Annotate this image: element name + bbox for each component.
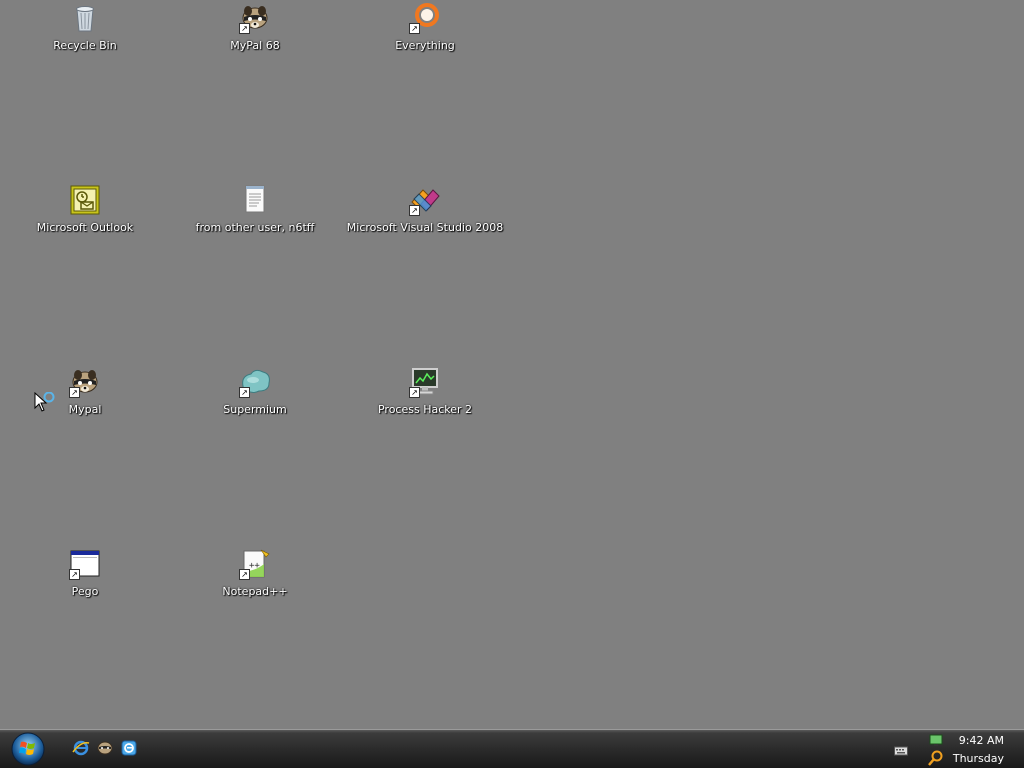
desktop-icon-supermium[interactable]: ↗ Supermium xyxy=(175,366,335,422)
desktop-icon-label: Everything xyxy=(395,39,455,52)
notepad-plus-plus-icon: ++ ↗ xyxy=(239,548,271,580)
outlook-icon xyxy=(69,184,101,216)
desktop-icon-label: from other user, n6tff xyxy=(195,221,315,234)
desktop-icon-pego[interactable]: ↗ Pego xyxy=(5,548,165,604)
desktop-icon-microsoft-visual-studio-2008[interactable]: ↗ Microsoft Visual Studio 2008 xyxy=(345,184,505,240)
desktop-icon-label: Notepad++ xyxy=(222,585,288,598)
desktop-icon-label: MyPal 68 xyxy=(230,39,280,52)
desktop-icon-notepad-plus-plus[interactable]: ++ ↗ Notepad++ xyxy=(175,548,335,604)
desktop-icon-everything[interactable]: ↗ Everything xyxy=(345,2,505,58)
desktop-icon-text-document[interactable]: from other user, n6tff xyxy=(175,184,335,240)
shortcut-arrow-icon: ↗ xyxy=(409,387,420,398)
desktop-icon-label: Microsoft Outlook xyxy=(36,221,134,234)
search-icon[interactable] xyxy=(928,750,944,766)
browser-icon xyxy=(121,740,137,756)
desktop-icon-label: Recycle Bin xyxy=(53,39,117,52)
window-app-icon: ↗ xyxy=(69,548,101,580)
recycle-bin-icon xyxy=(69,2,101,34)
process-hacker-icon: ↗ xyxy=(409,366,441,398)
shortcut-arrow-icon: ↗ xyxy=(69,569,80,580)
desktop-icon-recycle-bin[interactable]: Recycle Bin xyxy=(5,2,165,58)
shortcut-arrow-icon: ↗ xyxy=(409,205,420,216)
mouse-cursor-icon xyxy=(34,391,58,416)
shortcut-arrow-icon: ↗ xyxy=(239,23,250,34)
desktop-icon-microsoft-outlook[interactable]: Microsoft Outlook xyxy=(5,184,165,240)
desktop-icon-process-hacker-2[interactable]: ↗ Process Hacker 2 xyxy=(345,366,505,422)
internet-explorer-icon xyxy=(72,740,90,756)
everything-search-icon: ↗ xyxy=(409,2,441,34)
raccoon-icon: ↗ xyxy=(239,2,271,34)
desktop: Recycle Bin ↗ MyPal 68 ↗ Everything Micr… xyxy=(0,0,1024,729)
taskbar: 9:42 AM Thursday xyxy=(0,729,1024,768)
start-button[interactable] xyxy=(10,731,46,767)
desktop-icon-label: Supermium xyxy=(223,403,287,416)
system-tray: 9:42 AM Thursday xyxy=(884,730,1024,769)
shortcut-arrow-icon: ↗ xyxy=(409,23,420,34)
quick-launch-internet-explorer[interactable] xyxy=(72,739,90,757)
supermium-icon: ↗ xyxy=(239,366,271,398)
clock-time[interactable]: 9:42 AM xyxy=(959,734,1004,747)
visual-studio-icon: ↗ xyxy=(409,184,441,216)
quick-launch-mypal[interactable] xyxy=(96,739,114,757)
raccoon-icon xyxy=(97,741,113,755)
desktop-icon-mypal[interactable]: ↗ Mypal xyxy=(5,366,165,422)
start-orb-icon xyxy=(11,732,45,766)
shortcut-arrow-icon: ↗ xyxy=(239,569,250,580)
svg-text:++: ++ xyxy=(249,561,260,571)
shortcut-arrow-icon: ↗ xyxy=(69,387,80,398)
desktop-icon-label: Process Hacker 2 xyxy=(377,403,473,416)
keyboard-icon[interactable] xyxy=(894,742,908,756)
quick-launch-browser[interactable] xyxy=(120,739,138,757)
desktop-icon-mypal-68[interactable]: ↗ MyPal 68 xyxy=(175,2,335,58)
desktop-icon-label: Pego xyxy=(71,585,99,598)
network-icon[interactable] xyxy=(928,732,944,748)
text-document-icon xyxy=(239,184,271,216)
raccoon-icon: ↗ xyxy=(69,366,101,398)
desktop-icon-label: Microsoft Visual Studio 2008 xyxy=(346,221,504,234)
desktop-icon-label: Mypal xyxy=(68,403,102,416)
clock-day[interactable]: Thursday xyxy=(953,752,1004,765)
shortcut-arrow-icon: ↗ xyxy=(239,387,250,398)
